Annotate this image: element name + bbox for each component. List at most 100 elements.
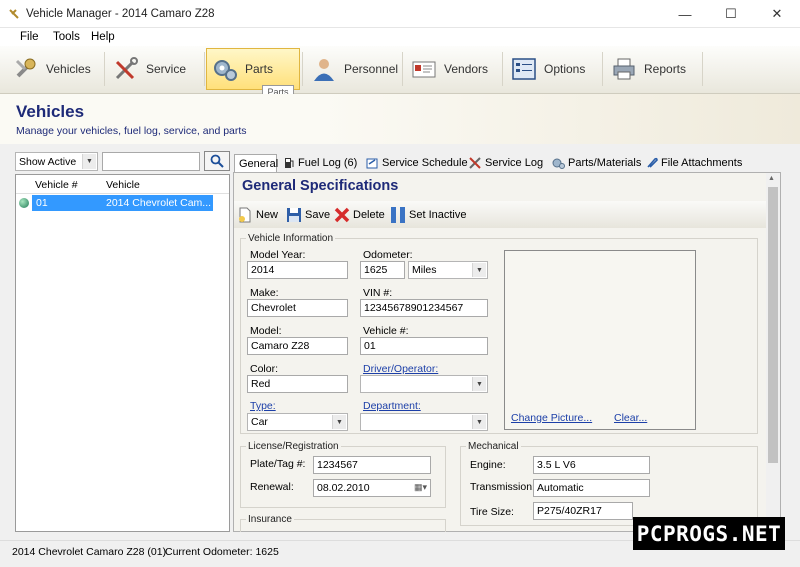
new-label: New [256,209,279,221]
type-value: Car [251,416,268,428]
scroll-up-icon[interactable]: ▲ [768,175,775,182]
color-label: Color: [250,363,279,375]
type-select[interactable]: Car ▼ [247,413,348,431]
plate-field[interactable]: 1234567 [313,456,431,474]
calendar-dropdown-icon[interactable]: ▦▾ [414,482,427,493]
toolbar-separator [502,52,503,86]
column-header-vehicle[interactable]: Vehicle [106,179,140,191]
menu-tools[interactable]: Tools [53,31,80,43]
table-row[interactable]: 01 2014 Chevrolet Cam... [16,195,213,211]
tab-parts-materials[interactable]: Parts/Materials [548,154,645,172]
close-button[interactable]: ✕ [754,0,800,28]
odometer-unit-value: Miles [412,264,437,276]
department-select[interactable]: ▼ [360,413,488,431]
tab-service-log[interactable]: Service Log [465,154,547,172]
toolbar-reports-button[interactable]: Reports [606,48,700,90]
tab-label: Service Log [485,157,544,169]
tab-label: Parts/Materials [568,157,642,169]
pause-icon [391,207,405,223]
wrench-key-icon [12,55,40,83]
maximize-button[interactable]: ☐ [708,0,754,28]
chevron-down-icon: ▼ [472,415,486,429]
tire-size-label: Tire Size: [470,506,514,518]
status-dot-icon [19,198,29,208]
fuel-pump-icon [285,158,294,168]
options-icon [510,55,538,83]
save-label: Save [305,209,331,221]
save-button[interactable]: Save [286,205,330,225]
show-active-select[interactable]: Show Active ▼ [15,152,98,171]
toolbar-vendors-button[interactable]: Vendors [406,48,500,90]
gears-icon [211,55,239,83]
vehicle-list: Vehicle # Vehicle 01 2014 Chevrolet Cam.… [15,174,230,532]
gears-icon [552,158,565,169]
toolbar-separator [302,52,303,86]
page-title: Vehicles [16,102,85,121]
app-icon [9,9,19,19]
tab-label: File Attachments [661,157,743,169]
driver-operator-link[interactable]: Driver/Operator: [363,363,438,375]
scrollbar-thumb[interactable] [768,187,778,463]
row-vehicle-num: 01 [36,197,48,209]
tools-icon [469,157,481,169]
transmission-label: Transmission: [470,481,535,493]
vehicle-number-field[interactable]: 01 [360,337,488,355]
color-field[interactable]: Red [247,375,348,393]
renewal-date-field[interactable]: 08.02.2010 ▦▾ [313,479,431,497]
tools-icon [112,55,140,83]
type-link[interactable]: Type: [250,400,276,412]
set-inactive-button[interactable]: Set Inactive [390,205,466,225]
toolbar-label: Parts [245,62,274,76]
page-subtitle: Manage your vehicles, fuel log, service,… [16,125,247,137]
clear-picture-link[interactable]: Clear... [614,412,647,424]
toolbar-label: Options [544,62,586,76]
toolbar-personnel-button[interactable]: Personnel [306,48,400,90]
toolbar-options-button[interactable]: Options [506,48,600,90]
group-legend: Insurance [246,514,294,525]
engine-field[interactable]: 3.5 L V6 [533,456,650,474]
toolbar-separator [204,52,205,86]
odometer-unit-select[interactable]: Miles ▼ [408,261,488,279]
schedule-icon [366,158,378,169]
toolbar-label: Personnel [344,62,399,76]
menu-help[interactable]: Help [91,31,115,43]
minimize-button[interactable]: — [662,0,708,28]
odometer-field[interactable]: 1625 [360,261,405,279]
engine-label: Engine: [470,459,506,471]
search-input[interactable] [102,152,200,171]
department-link[interactable]: Department: [363,400,421,412]
watermark-logo: PCPROGS.NET [633,517,785,550]
toolbar-service-button[interactable]: Service [108,48,202,90]
model-year-field[interactable]: 2014 [247,261,348,279]
vin-label: VIN #: [363,287,393,299]
search-button[interactable] [204,151,230,171]
group-legend: Vehicle Information [246,233,336,244]
chevron-down-icon: ▼ [472,377,486,391]
make-field[interactable]: Chevrolet [247,299,348,317]
toolbar-vehicles-button[interactable]: Vehicles [8,48,102,90]
transmission-field[interactable]: Automatic [533,479,650,497]
tab-file-attachments[interactable]: File Attachments [642,154,746,172]
model-field[interactable]: Camaro Z28 [247,337,348,355]
driver-operator-select[interactable]: ▼ [360,375,488,393]
vertical-scrollbar[interactable]: ▲ [766,173,780,531]
toolbar-label: Vendors [444,62,489,76]
tab-general[interactable]: General [234,154,278,172]
chevron-down-icon: ▼ [82,154,96,169]
menu-file[interactable]: File [20,31,39,43]
renewal-value: 08.02.2010 [317,482,370,494]
vin-field[interactable]: 12345678901234567 [360,299,488,317]
paperclip-icon [647,157,658,168]
column-header-vehicle-num[interactable]: Vehicle # [35,179,78,191]
new-button[interactable]: New [237,205,278,225]
toolbar-parts-button[interactable]: Parts [206,48,300,90]
tab-service-schedule[interactable]: Service Schedule [362,154,472,172]
person-icon [310,55,338,83]
change-picture-link[interactable]: Change Picture... [511,412,592,424]
set-inactive-label: Set Inactive [409,209,467,221]
vehicle-picture-box [504,250,696,430]
tire-size-field[interactable]: P275/40ZR17 [533,502,633,520]
delete-button[interactable]: Delete [334,205,385,225]
search-icon [210,154,224,168]
tab-fuel-log[interactable]: Fuel Log (6) [280,154,361,172]
